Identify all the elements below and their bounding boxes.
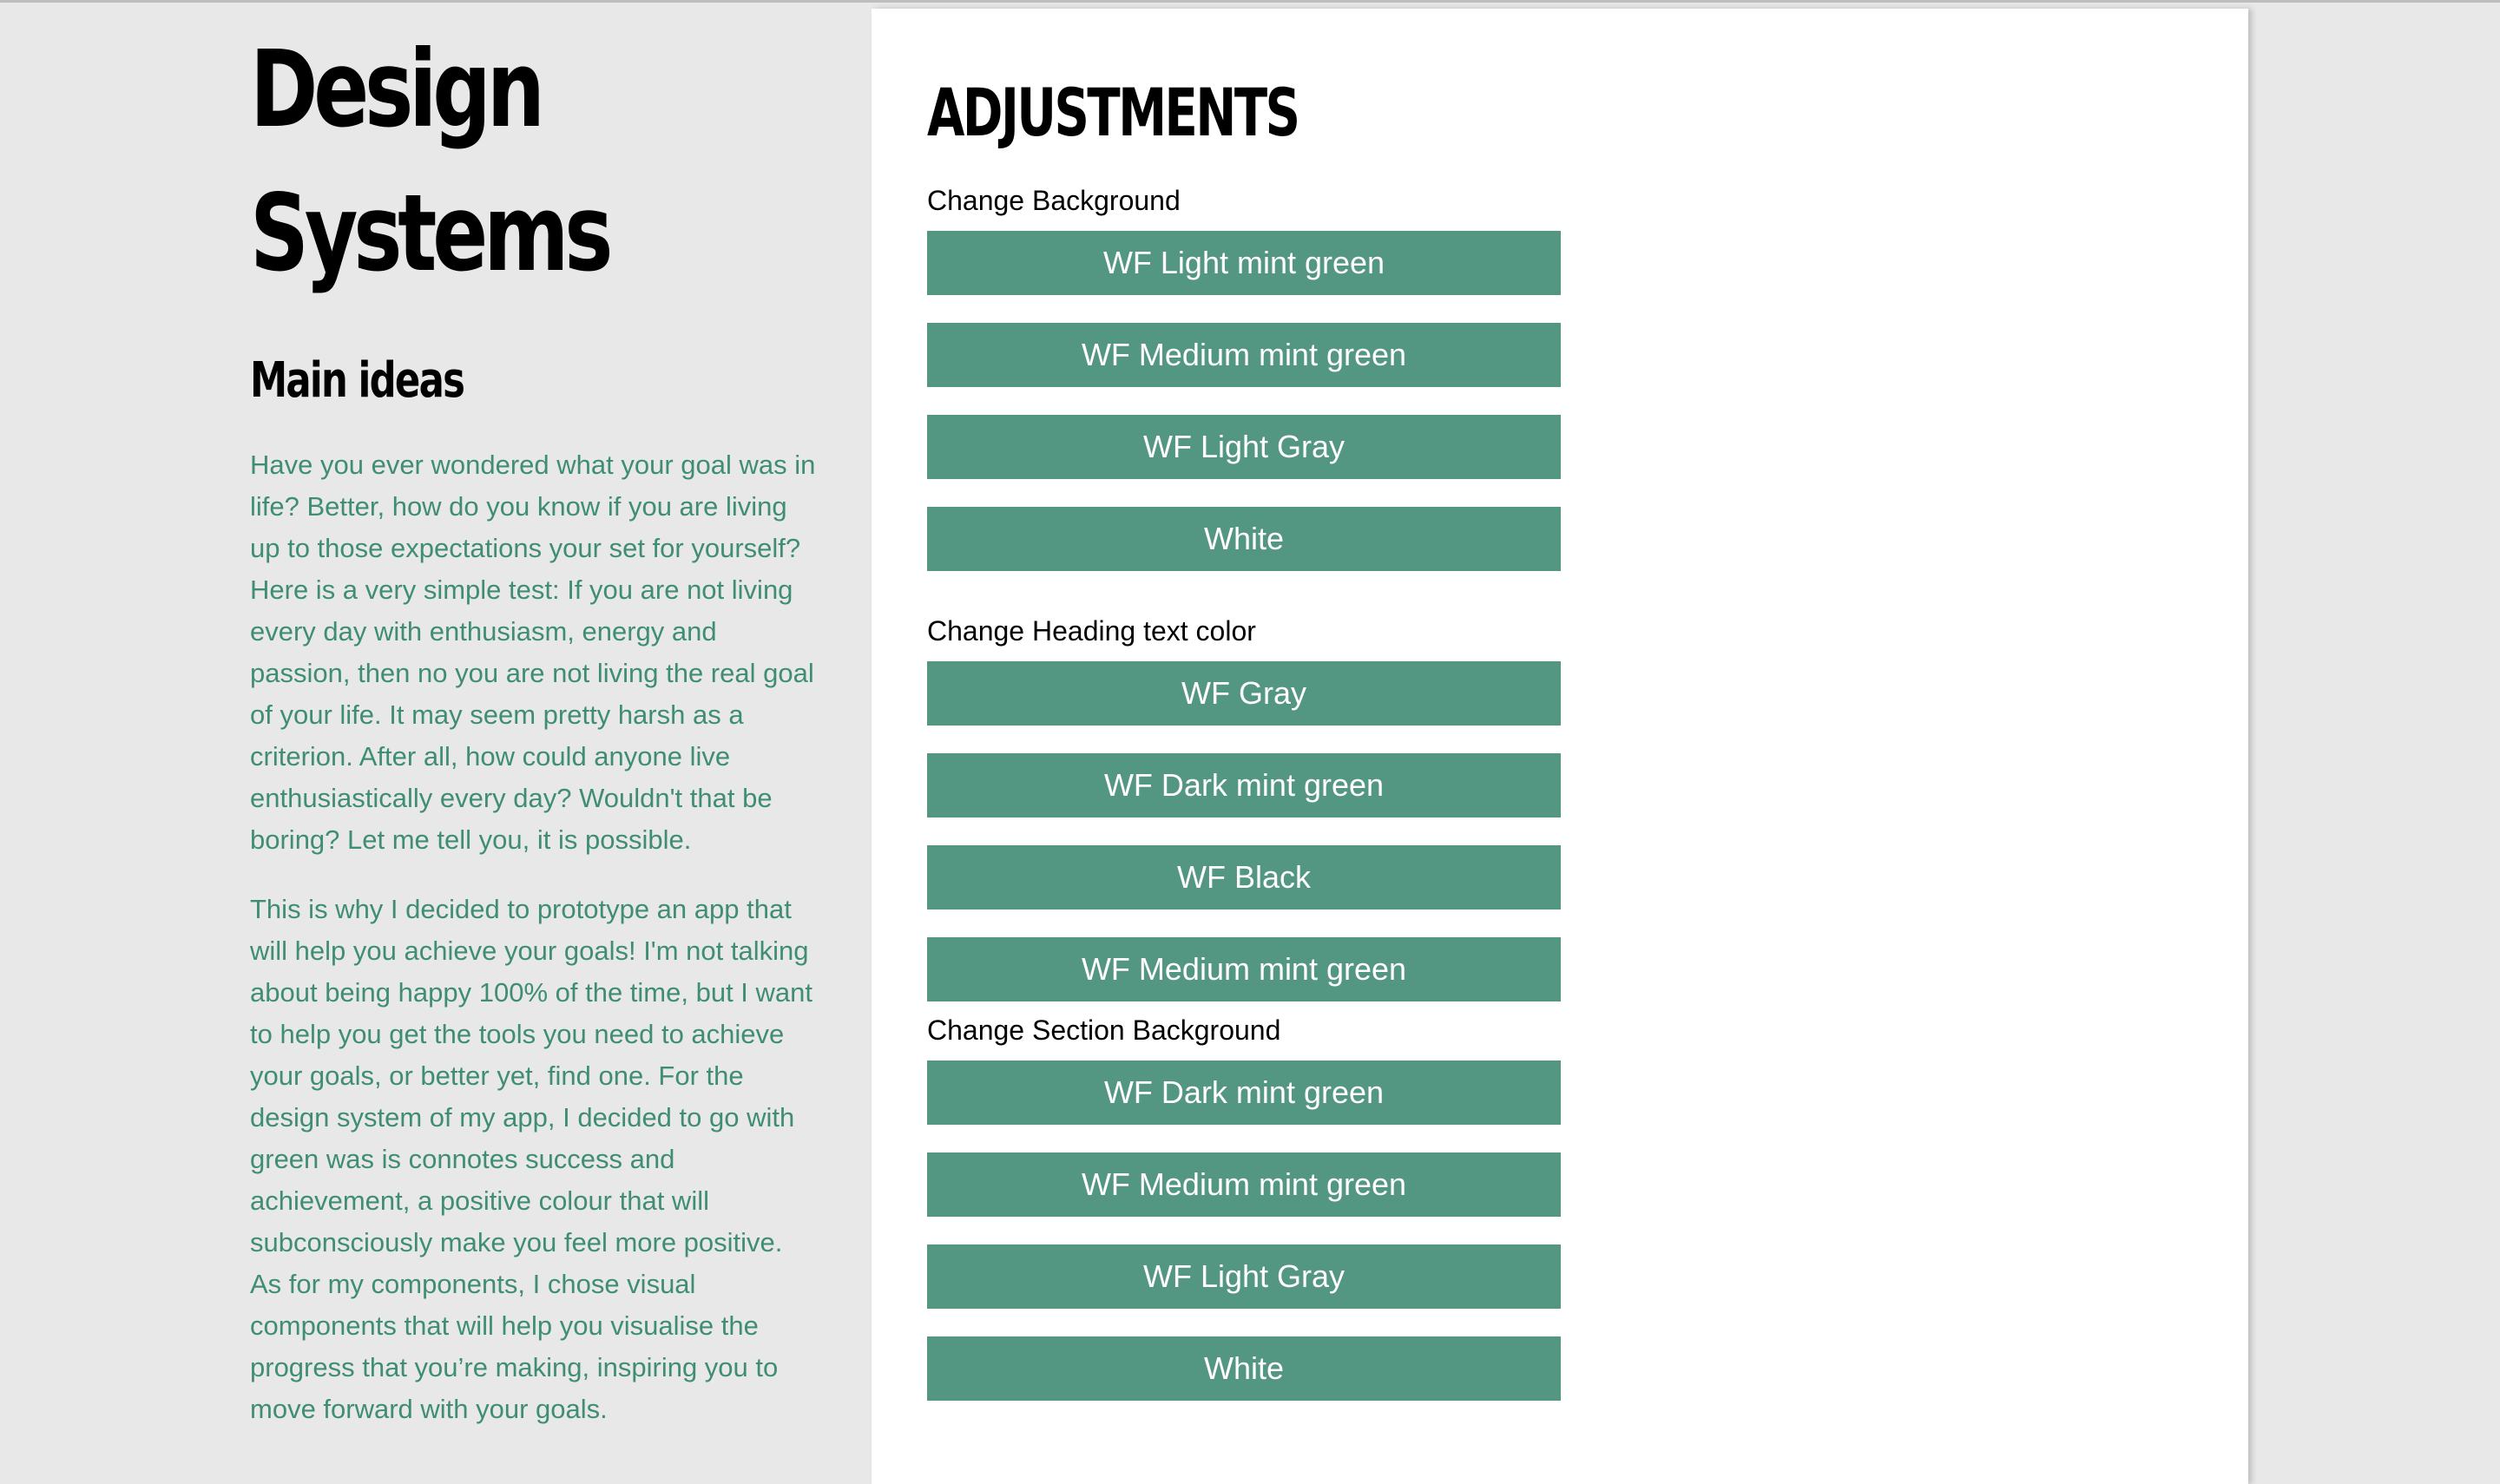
section-heading: Main ideas: [250, 352, 465, 409]
adjustments-panel: ADJUSTMENTS Change Background WF Light m…: [872, 9, 2248, 1484]
bg-medium-mint-green-button[interactable]: WF Medium mint green: [927, 323, 1561, 387]
intro-column: Design Systems Main ideas Have you ever …: [250, 17, 823, 1430]
group-label-change-section-background: Change Section Background: [927, 1015, 1281, 1046]
heading-medium-mint-green-button[interactable]: WF Medium mint green: [927, 937, 1561, 1001]
window-top-border: [0, 0, 2500, 3]
heading-gray-button[interactable]: WF Gray: [927, 661, 1561, 726]
intro-paragraph-2: This is why I decided to prototype an ap…: [250, 894, 813, 1424]
section-dark-mint-green-button[interactable]: WF Dark mint green: [927, 1060, 1561, 1125]
group-label-change-background: Change Background: [927, 185, 1181, 216]
bg-white-button[interactable]: White: [927, 507, 1561, 571]
heading-dark-mint-green-button[interactable]: WF Dark mint green: [927, 753, 1561, 818]
section-white-button[interactable]: White: [927, 1336, 1561, 1401]
heading-black-button[interactable]: WF Black: [927, 845, 1561, 909]
page-title: Design Systems: [250, 17, 743, 305]
page-title-line-2: Systems: [250, 172, 613, 295]
page-title-line-1: Design: [250, 28, 545, 151]
bg-light-gray-button[interactable]: WF Light Gray: [927, 415, 1561, 479]
group-label-change-heading-color: Change Heading text color: [927, 615, 1256, 647]
adjustments-title: ADJUSTMENTS: [927, 74, 1300, 151]
section-light-gray-button[interactable]: WF Light Gray: [927, 1244, 1561, 1309]
intro-paragraph-1: Have you ever wondered what your goal wa…: [250, 450, 816, 855]
section-medium-mint-green-button[interactable]: WF Medium mint green: [927, 1152, 1561, 1217]
bg-light-mint-green-button[interactable]: WF Light mint green: [927, 231, 1561, 295]
